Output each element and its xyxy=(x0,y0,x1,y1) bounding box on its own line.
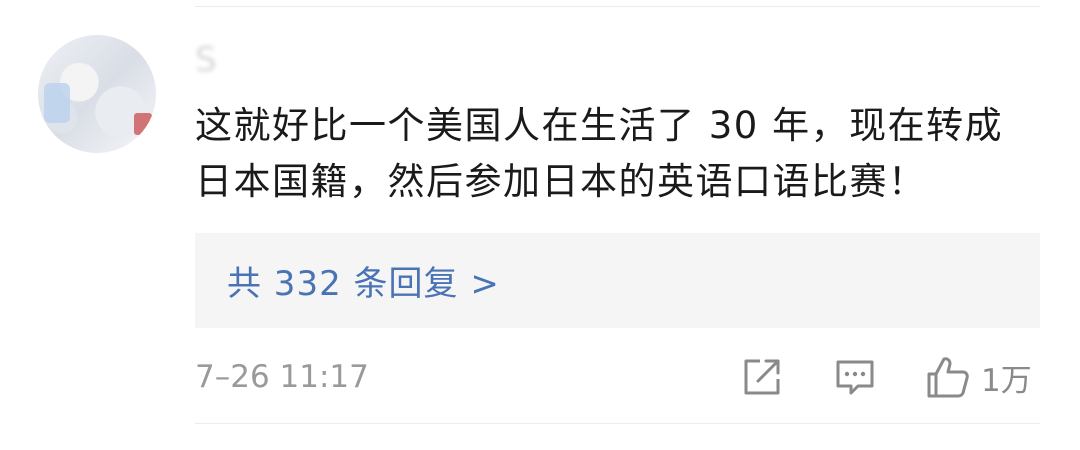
view-replies-link[interactable]: 共 332 条回复 > xyxy=(227,256,500,305)
comment-timestamp: 7–26 11:17 xyxy=(195,359,369,395)
like-count: 1万 xyxy=(981,362,1032,399)
user-avatar[interactable] xyxy=(38,35,156,153)
comment-text: 这就好比一个美国人在生活了 30 年，现在转成日本国籍，然后参加日本的英语口语比… xyxy=(195,104,1004,203)
like-button[interactable]: 1万 xyxy=(925,352,1032,402)
replies-box[interactable]: 共 332 条回复 > xyxy=(195,233,1040,328)
thumbs-up-icon xyxy=(927,357,969,398)
avatar-image-detail xyxy=(134,113,152,135)
share-button[interactable] xyxy=(740,352,784,402)
share-icon xyxy=(744,359,780,395)
username-blurred[interactable]: S xyxy=(195,40,219,80)
top-divider xyxy=(195,6,1040,7)
comment-icon xyxy=(836,360,874,395)
comment-button[interactable] xyxy=(833,352,877,402)
bottom-divider xyxy=(195,423,1040,424)
avatar-image-detail xyxy=(44,83,70,123)
